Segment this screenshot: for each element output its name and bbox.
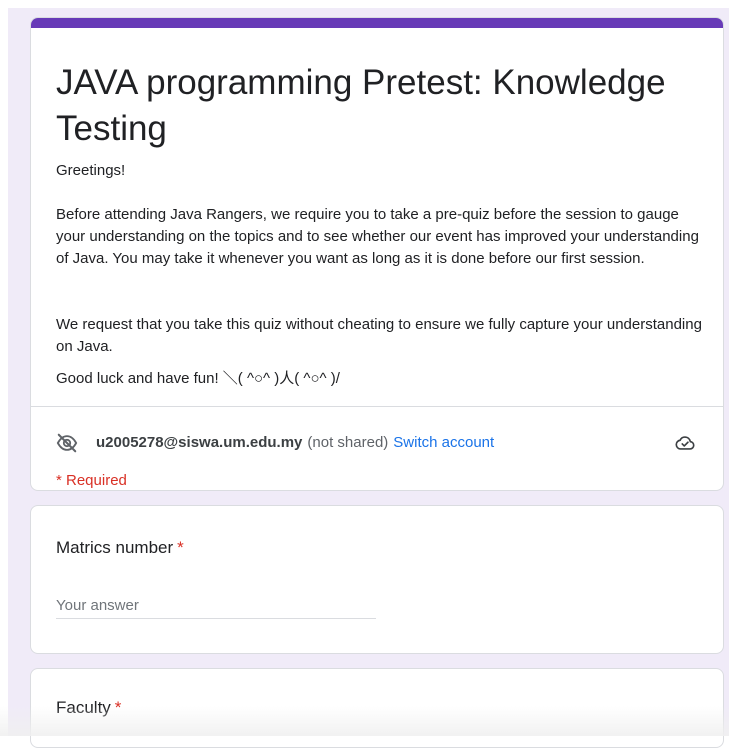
form-description-paragraph-1: Before attending Java Rangers, we requir… (56, 206, 699, 267)
matrics-number-input[interactable] (56, 592, 376, 619)
form-description-closing: Good luck and have fun! ＼( ^○^ )人( ^○^ )… (56, 370, 340, 387)
question-card-matrics-number: Matrics number * (30, 505, 724, 654)
form-description-paragraph-2: We request that you take this quiz witho… (56, 316, 702, 355)
required-asterisk: * (114, 698, 122, 717)
form-title: JAVA programming Pretest: Knowledge Test… (56, 63, 666, 148)
question-label: Faculty (56, 698, 111, 717)
question-label: Matrics number (56, 538, 174, 557)
question-card-faculty: Faculty * (30, 668, 724, 748)
required-note: * Required (56, 472, 127, 489)
cloud-check-icon[interactable] (674, 432, 696, 454)
question-title: Matrics number * (56, 536, 184, 560)
switch-account-link[interactable]: Switch account (393, 432, 494, 454)
eye-off-icon (56, 433, 78, 453)
account-row: u2005278@siswa.um.edu.my (not shared) Sw… (56, 432, 494, 454)
form-description-greeting: Greetings! (56, 162, 126, 179)
form-header-card: JAVA programming Pretest: Knowledge Test… (30, 17, 724, 491)
form-accent-bar (31, 18, 723, 28)
account-email: u2005278@siswa.um.edu.my (96, 434, 303, 451)
question-title: Faculty * (56, 696, 121, 720)
required-asterisk: * (177, 538, 184, 557)
header-divider (31, 406, 723, 407)
account-visibility-note: (not shared) (307, 434, 389, 451)
